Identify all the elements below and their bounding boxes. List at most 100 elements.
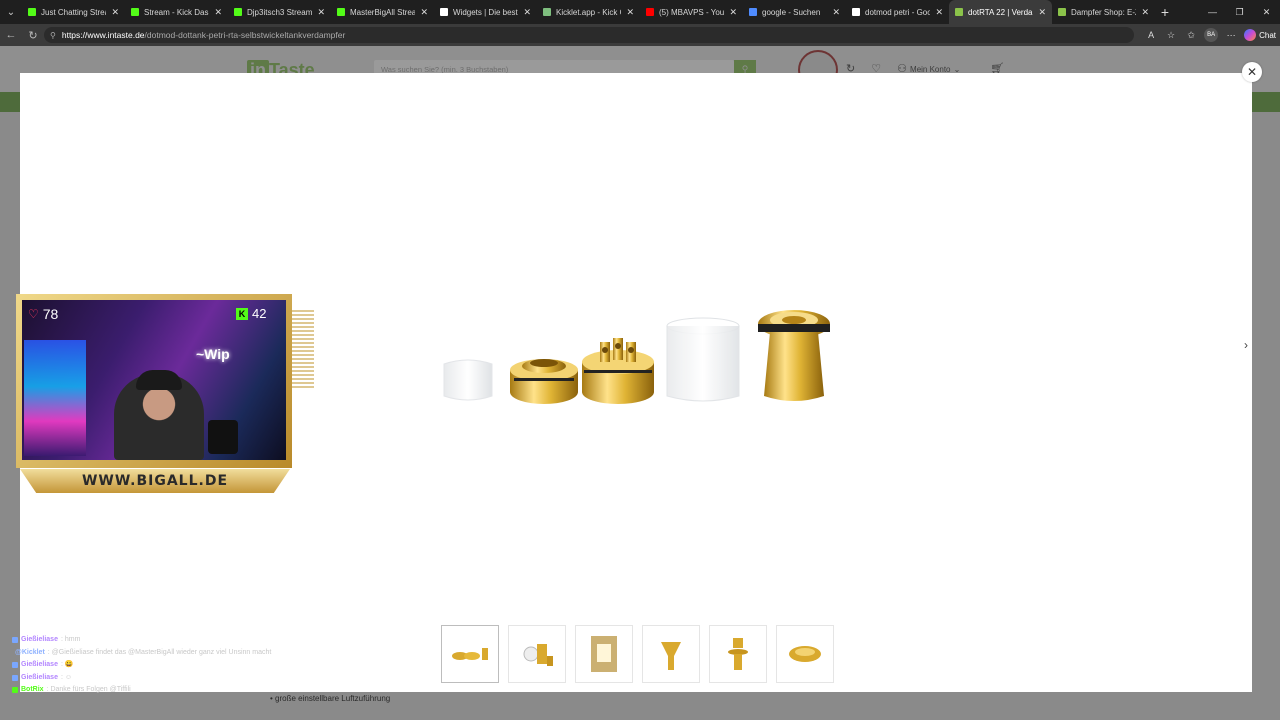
tab-favicon-icon bbox=[852, 8, 860, 16]
tab-label: Widgets | Die beste Sc bbox=[453, 7, 518, 17]
neon-sign: ~Wip bbox=[196, 346, 230, 362]
tab-favicon-icon bbox=[1058, 8, 1066, 16]
url-path: /dotmod-dottank-petri-rta-selbstwickelta… bbox=[144, 30, 346, 40]
tab-close-icon[interactable]: ✕ bbox=[523, 7, 531, 18]
site-info-icon[interactable]: ⚲ bbox=[50, 31, 56, 40]
chat-text: : @Gießieliase findet das @MasterBigAll … bbox=[47, 648, 272, 656]
browser-tab[interactable]: (5) MBAVPS - YouTube ✕ bbox=[640, 0, 743, 24]
tab-favicon-icon bbox=[28, 8, 36, 16]
tab-favicon-icon bbox=[543, 8, 551, 16]
read-aloud-icon[interactable]: A bbox=[1144, 30, 1158, 40]
glass-tank-part bbox=[666, 317, 740, 402]
chat-message: Gießieliase: 😀 bbox=[12, 659, 272, 672]
lightbox-close-icon[interactable]: ✕ bbox=[1242, 62, 1262, 82]
tab-close-icon[interactable]: ✕ bbox=[935, 7, 943, 18]
tab-favicon-icon bbox=[749, 8, 757, 16]
browser-tab[interactable]: Dampfer Shop: E-Ziga ✕ bbox=[1052, 0, 1155, 24]
chat-username: BotRix bbox=[21, 686, 44, 693]
tab-close-icon[interactable]: ✕ bbox=[626, 7, 634, 18]
chat-username: Gießieliase bbox=[21, 661, 58, 668]
tab-label: Stream - Kick Dashboa bbox=[144, 7, 209, 17]
chat-username: Gießieliase bbox=[21, 673, 58, 681]
address-bar: ← ↻ ⚲ https://www.intaste.de/dotmod-dott… bbox=[0, 24, 1280, 46]
tab-favicon-icon bbox=[646, 8, 654, 16]
window-controls: — ❐ ✕ bbox=[1199, 0, 1280, 24]
profile-avatar[interactable]: BA bbox=[1204, 28, 1219, 42]
tab-close-icon[interactable]: ✕ bbox=[729, 7, 737, 18]
tab-favicon-icon bbox=[337, 8, 345, 16]
thumbnail[interactable] bbox=[776, 625, 834, 683]
tab-close-icon[interactable]: ✕ bbox=[214, 7, 222, 18]
tab-close-icon[interactable]: ✕ bbox=[832, 7, 840, 18]
tab-label: Just Chatting Streamin bbox=[41, 7, 106, 17]
thumbnail[interactable] bbox=[441, 625, 499, 683]
browser-tab[interactable]: Djp3itsch3 Stream - W ✕ bbox=[228, 0, 331, 24]
reload-icon[interactable]: ↻ bbox=[22, 24, 44, 46]
thumbnail[interactable] bbox=[508, 625, 566, 683]
browser-toolbar: A ☆ ✩ BA ⋯ Chat bbox=[1144, 27, 1276, 43]
favorites-icon[interactable]: ✩ bbox=[1184, 30, 1198, 41]
favorite-star-icon[interactable]: ☆ bbox=[1164, 30, 1178, 41]
more-menu-icon[interactable]: ⋯ bbox=[1224, 30, 1238, 41]
product-image bbox=[443, 310, 830, 404]
top-cap-part bbox=[758, 310, 830, 401]
tab-label: (5) MBAVPS - YouTube bbox=[659, 7, 725, 17]
tab-close-icon[interactable]: ✕ bbox=[111, 7, 119, 18]
chat-badge-icon bbox=[12, 637, 18, 644]
tab-strip: ⌄ Just Chatting Streamin✕Stream - Kick D… bbox=[0, 0, 1280, 24]
tab-label: Kicklet.app - Kick Cha bbox=[556, 7, 621, 17]
heartbeat-icon: ♡ bbox=[28, 307, 39, 321]
thumbnail[interactable] bbox=[709, 625, 767, 683]
copilot-button[interactable]: Chat bbox=[1244, 29, 1276, 41]
kick-viewer-value: 42 bbox=[252, 306, 267, 321]
gold-ring-part bbox=[510, 359, 578, 404]
restore-icon[interactable]: ❐ bbox=[1226, 0, 1253, 24]
heart-rate-display: ♡ 78 bbox=[28, 306, 58, 322]
tab-close-icon[interactable]: ✕ bbox=[1141, 7, 1149, 18]
thumbnail-strip bbox=[441, 625, 834, 683]
microphone bbox=[208, 420, 238, 454]
chat-message: Gießieliase: ☺ bbox=[12, 672, 272, 685]
next-image-chevron-icon[interactable]: › bbox=[1244, 338, 1248, 352]
browser-tab[interactable]: dotRTA 22 | Verdampfe ✕ bbox=[949, 0, 1052, 24]
thumbnail[interactable] bbox=[642, 625, 700, 683]
chat-badge-icon bbox=[12, 662, 18, 669]
webcam-frame: ~Wip ♡ 78 K 42 bbox=[16, 294, 292, 468]
feature-bullet-text: große einstellbare Luftzuführung bbox=[275, 694, 391, 703]
browser-tab[interactable]: Stream - Kick Dashboa ✕ bbox=[125, 0, 228, 24]
close-window-icon[interactable]: ✕ bbox=[1253, 0, 1280, 24]
tab-close-icon[interactable]: ✕ bbox=[317, 7, 325, 18]
tab-actions-chevron-icon[interactable]: ⌄ bbox=[0, 0, 22, 24]
browser-tab[interactable]: dotmod petri - Googl ✕ bbox=[846, 0, 949, 24]
kick-logo-icon: K bbox=[236, 307, 248, 320]
chat-text: : 😀 bbox=[60, 661, 74, 668]
tab-favicon-icon bbox=[955, 8, 963, 16]
browser-tab[interactable]: google - Suchen ✕ bbox=[743, 0, 846, 24]
copilot-logo-icon bbox=[1244, 29, 1257, 41]
chat-username: @Kicklet bbox=[15, 648, 45, 656]
kick-viewer-count: K 42 bbox=[236, 306, 266, 321]
minimize-icon[interactable]: — bbox=[1199, 0, 1226, 24]
tab-label: Djp3itsch3 Stream - W bbox=[247, 7, 313, 17]
back-arrow-icon[interactable]: ← bbox=[0, 24, 22, 46]
tab-favicon-icon bbox=[234, 8, 242, 16]
tab-close-icon[interactable]: ✕ bbox=[420, 7, 428, 18]
thumbnail[interactable] bbox=[575, 625, 633, 683]
streamer-cap bbox=[136, 370, 182, 390]
audio-visualizer bbox=[292, 310, 314, 390]
url-host: https://www.intaste.de bbox=[61, 30, 145, 40]
tab-close-icon[interactable]: ✕ bbox=[1038, 7, 1046, 18]
copilot-label: Chat bbox=[1259, 30, 1276, 40]
browser-tab[interactable]: MasterBigAll Stream - ✕ bbox=[331, 0, 434, 24]
tab-label: MasterBigAll Stream - bbox=[350, 7, 416, 17]
tab-label: google - Suchen bbox=[762, 7, 821, 17]
url-field[interactable]: ⚲ https://www.intaste.de/dotmod-dottank-… bbox=[44, 27, 1134, 43]
tab-label: dotmod petri - Googl bbox=[865, 7, 931, 17]
browser-tab[interactable]: Just Chatting Streamin ✕ bbox=[22, 0, 125, 24]
chat-username: Gießieliase bbox=[21, 636, 58, 643]
new-tab-plus-icon[interactable]: + bbox=[1155, 4, 1175, 20]
tab-favicon-icon bbox=[131, 8, 139, 16]
pc-case-lights bbox=[24, 340, 86, 456]
browser-tab[interactable]: Widgets | Die beste Sc ✕ bbox=[434, 0, 537, 24]
browser-tab[interactable]: Kicklet.app - Kick Cha ✕ bbox=[537, 0, 640, 24]
